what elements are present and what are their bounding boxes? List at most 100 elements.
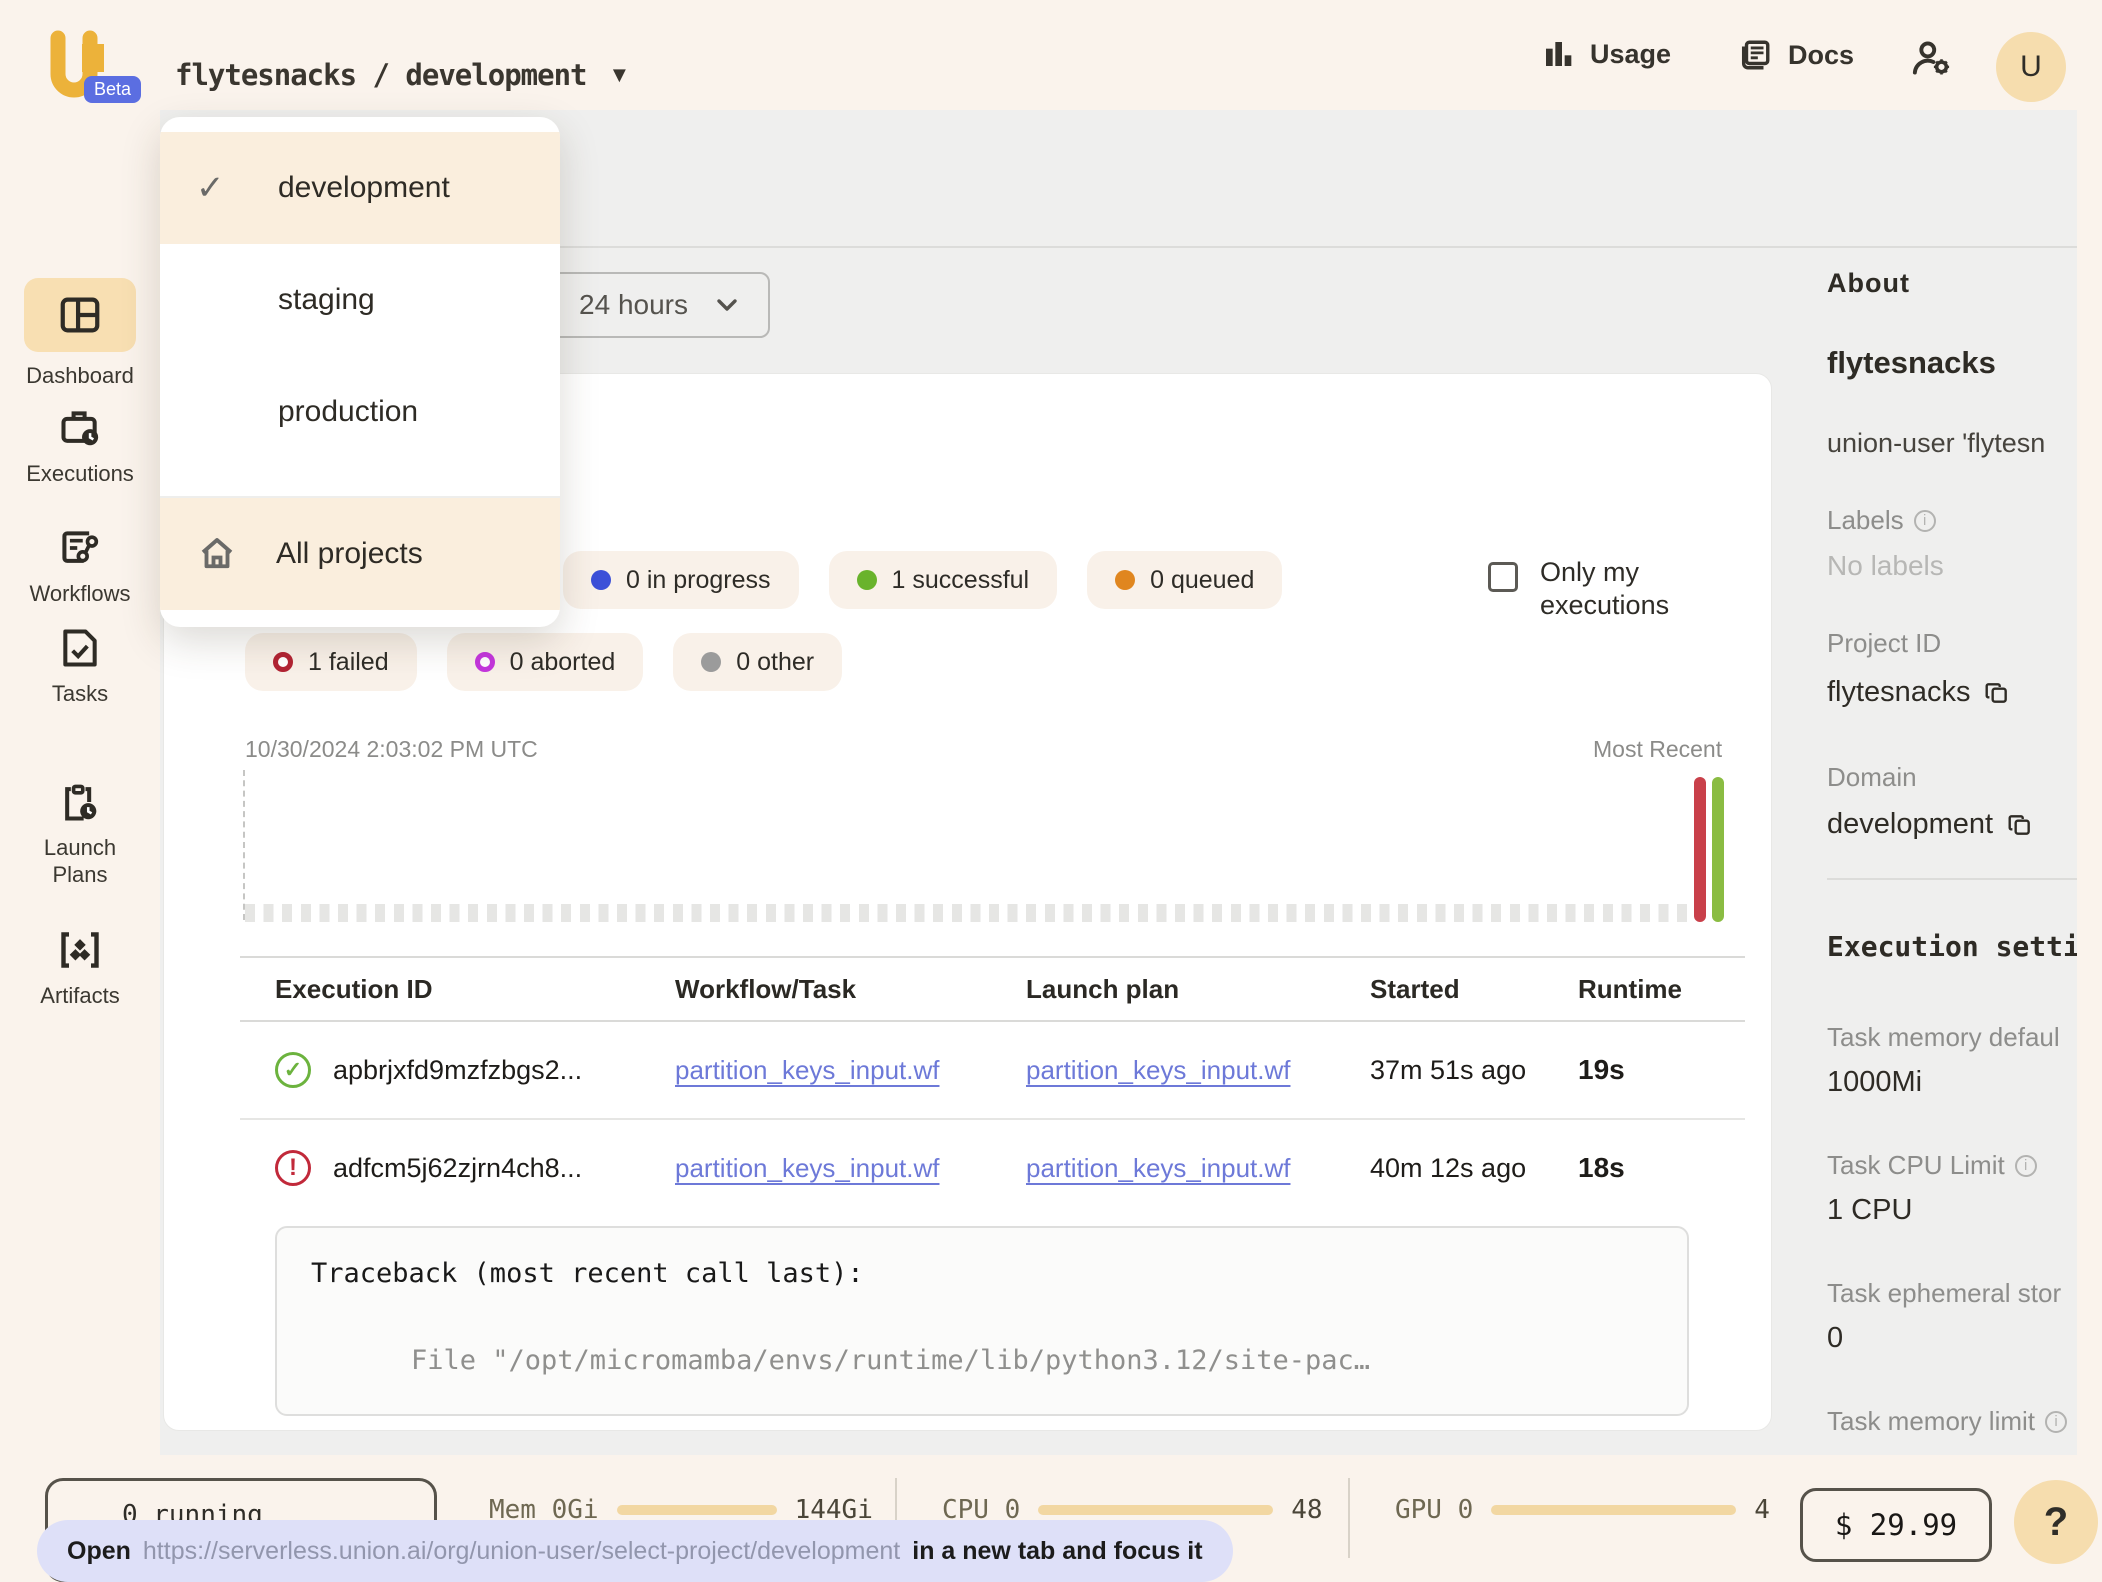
link-preview-url: https://serverless.union.ai/org/union-us… (143, 1537, 900, 1566)
credits-amount: $ 29.99 (1835, 1508, 1957, 1542)
sidebar-label: Executions (0, 460, 160, 487)
divider (1348, 1478, 1350, 1558)
checkbox[interactable] (1488, 562, 1518, 592)
menu-item-staging[interactable]: staging (160, 244, 560, 356)
avatar[interactable]: U (1996, 32, 2066, 102)
chip-queued[interactable]: 0 queued (1087, 551, 1282, 609)
labels-label: Labels i (1827, 505, 1936, 536)
copy-icon[interactable] (2007, 812, 2033, 838)
status-ring (273, 652, 293, 672)
menu-item-label: staging (278, 283, 375, 317)
mem-bar (617, 1505, 777, 1515)
link-preview-prefix: Open (67, 1537, 131, 1566)
chip-aborted[interactable]: 0 aborted (447, 633, 644, 691)
workflow-link[interactable]: partition_keys_input.wf (675, 1055, 939, 1085)
menu-item-production[interactable]: production (160, 356, 560, 468)
success-icon: ✓ (275, 1052, 311, 1088)
timeline-bar-failed[interactable] (1694, 777, 1706, 922)
traceback-line: File "/opt/micromamba/envs/runtime/lib/p… (411, 1345, 1687, 1376)
sidebar-item-workflows[interactable]: Workflows (0, 526, 160, 607)
status-chip-row: 1 failed 0 aborted 0 other (245, 633, 842, 691)
started-value: 40m 12s ago (1370, 1153, 1578, 1184)
domain-value: development (1827, 808, 2033, 841)
timeline-bar-success[interactable] (1712, 777, 1724, 922)
top-bar: Beta flytesnacks / development ▼ Usage D… (0, 0, 2102, 110)
chip-other[interactable]: 0 other (673, 633, 842, 691)
bar-chart-icon (1542, 38, 1574, 70)
tasks-icon (58, 625, 102, 671)
divider (1827, 878, 2077, 880)
chevron-down-icon (712, 290, 742, 320)
docs-button[interactable]: Docs (1738, 38, 1854, 72)
workflows-icon (58, 525, 102, 571)
status-dot (591, 570, 611, 590)
menu-item-label: All projects (276, 537, 423, 571)
credits-button[interactable]: $ 29.99 (1800, 1488, 1992, 1562)
user-settings-button[interactable] (1910, 38, 1952, 78)
traceback-box: Traceback (most recent call last): File … (275, 1226, 1689, 1416)
table-row[interactable]: ✓ apbrjxfd9mzfzbgs2... partition_keys_in… (240, 1022, 1745, 1118)
status-dot (857, 570, 877, 590)
domain-label: Domain (1827, 762, 1917, 793)
chip-in-progress[interactable]: 0 in progress (563, 551, 799, 609)
menu-item-development[interactable]: ✓ development (160, 132, 560, 244)
info-icon[interactable]: i (1914, 510, 1936, 532)
project-domain-breadcrumb[interactable]: flytesnacks / development ▼ (175, 58, 630, 92)
status-ring (475, 652, 495, 672)
started-value: 37m 51s ago (1370, 1055, 1578, 1086)
launch-plan-link[interactable]: partition_keys_input.wf (1026, 1153, 1290, 1183)
chip-successful[interactable]: 1 successful (829, 551, 1058, 609)
project-name: flytesnacks (1827, 345, 1996, 381)
sidebar-item-executions[interactable]: Executions (0, 406, 160, 487)
sidebar: Dashboard Executions Workflows (0, 110, 160, 1582)
sidebar-item-tasks[interactable]: Tasks (0, 626, 160, 707)
chip-label: 0 other (736, 648, 814, 677)
sidebar-item-dashboard[interactable]: Dashboard (0, 278, 160, 389)
chip-label: 0 in progress (626, 566, 771, 595)
about-title: About (1827, 268, 1910, 299)
usage-button[interactable]: Usage (1542, 38, 1671, 70)
domain-dropdown-menu: ✓ development staging production All pro… (160, 117, 560, 627)
traceback-line: Traceback (most recent call last): (311, 1258, 1687, 1289)
execution-id: apbrjxfd9mzfzbgs2... (333, 1055, 582, 1086)
home-icon (194, 533, 240, 575)
chip-label: 0 aborted (510, 648, 616, 677)
timeline-end-label: Most Recent (1593, 736, 1722, 763)
chip-failed[interactable]: 1 failed (245, 633, 417, 691)
menu-item-label: development (278, 171, 450, 205)
gpu-bar (1491, 1505, 1736, 1515)
task-memory-default-label: Task memory defaul (1827, 1022, 2060, 1053)
task-ephemeral-value: 0 (1827, 1322, 1843, 1355)
chip-label: 1 successful (892, 566, 1030, 595)
chip-label: 1 failed (308, 648, 389, 677)
cpu-total: 48 (1291, 1495, 1322, 1525)
project-description: union-user 'flytesn (1827, 428, 2045, 459)
menu-item-all-projects[interactable]: All projects (160, 496, 560, 610)
checkbox-label: Only my executions (1540, 556, 1720, 622)
help-button[interactable]: ? (2014, 1480, 2098, 1564)
chip-label: 0 queued (1150, 566, 1254, 595)
check-icon: ✓ (196, 168, 242, 208)
launch-plan-link[interactable]: partition_keys_input.wf (1026, 1055, 1290, 1085)
sidebar-item-launch-plans[interactable]: Launch Plans (0, 780, 160, 888)
task-memory-limit-label: Task memory limit i (1827, 1406, 2067, 1437)
breadcrumb-text: flytesnacks / development (175, 58, 587, 92)
sidebar-item-artifacts[interactable]: Artifacts (0, 928, 160, 1009)
runtime-value: 19s (1578, 1054, 1745, 1086)
execution-id: adfcm5j62zjrn4ch8... (333, 1153, 582, 1184)
executions-table: Execution ID Workflow/Task Launch plan S… (240, 956, 1745, 1216)
timeline-tick-strip (245, 904, 1691, 922)
sidebar-label: Tasks (0, 680, 160, 707)
info-icon[interactable]: i (2015, 1155, 2037, 1177)
table-row[interactable]: ! adfcm5j62zjrn4ch8... partition_keys_in… (240, 1120, 1745, 1216)
col-runtime: Runtime (1578, 974, 1745, 1005)
no-labels-value: No labels (1827, 550, 1944, 582)
info-icon[interactable]: i (2045, 1411, 2067, 1433)
executions-icon (58, 405, 102, 451)
workflow-link[interactable]: partition_keys_input.wf (675, 1153, 939, 1183)
user-gear-icon (1910, 38, 1952, 78)
copy-icon[interactable] (1984, 680, 2010, 706)
only-my-executions-checkbox[interactable]: Only my executions (1488, 556, 1720, 622)
timeline-start-marker (243, 770, 245, 920)
failed-icon: ! (275, 1150, 311, 1186)
